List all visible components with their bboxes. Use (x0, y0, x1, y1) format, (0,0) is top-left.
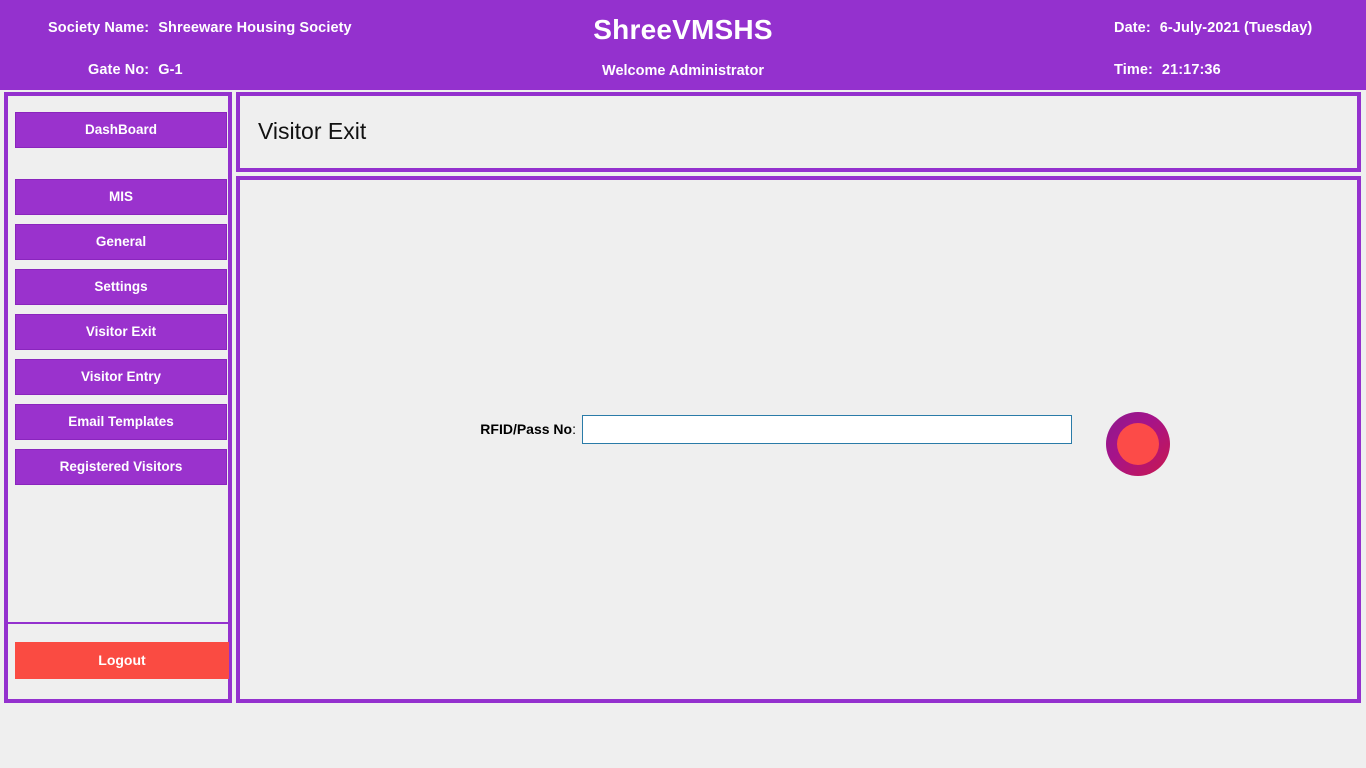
date-label: Date: (1114, 20, 1151, 36)
sidebar-item-mis[interactable]: MIS (15, 179, 227, 215)
page-title: Visitor Exit (258, 118, 367, 144)
time-row: Time: 21:17:36 (1114, 62, 1221, 78)
society-name-value: Shreeware Housing Society (158, 20, 352, 36)
welcome-message: Welcome Administrator (602, 63, 764, 79)
page-footer (0, 708, 1366, 768)
sidebar-divider (8, 622, 228, 624)
sidebar-item-registered-visitors[interactable]: Registered Visitors (15, 449, 227, 485)
society-name-row: Society Name: Shreeware Housing Society (48, 20, 352, 36)
app-header: Society Name: Shreeware Housing Society G… (0, 0, 1366, 90)
sidebar-item-dashboard[interactable]: DashBoard (15, 112, 227, 148)
visitor-exit-form: RFID/Pass No: (240, 407, 1357, 476)
sidebar-item-visitor-entry[interactable]: Visitor Entry (15, 359, 227, 395)
sidebar-menu: DashBoard MIS General Settings Visitor E… (8, 96, 228, 620)
society-name-label: Society Name: (48, 20, 150, 36)
sidebar-item-visitor-exit[interactable]: Visitor Exit (15, 314, 227, 350)
gate-no-label: Gate No: (88, 62, 150, 78)
time-value: 21:17:36 (1161, 62, 1221, 78)
gate-no-row: Gate No: G-1 (88, 62, 183, 78)
header-center-group: ShreeVMSHS Welcome Administrator (470, 0, 896, 90)
sidebar: DashBoard MIS General Settings Visitor E… (4, 92, 232, 703)
status-circle-inner-icon (1117, 423, 1159, 465)
sidebar-item-general[interactable]: General (15, 224, 227, 260)
header-right-group: Date: 6-July-2021 (Tuesday) Time: 21:17:36 (1060, 0, 1366, 90)
app-brand-title: ShreeVMSHS (593, 14, 773, 45)
header-left-group: Society Name: Shreeware Housing Society G… (0, 0, 470, 90)
sidebar-item-email-templates[interactable]: Email Templates (15, 404, 227, 440)
rfid-pass-no-label: RFID/Pass No: (466, 421, 576, 437)
content-panel: RFID/Pass No: (236, 176, 1361, 703)
time-label: Time: (1114, 62, 1153, 78)
rfid-pass-no-label-colon: : (572, 421, 576, 437)
date-row: Date: 6-July-2021 (Tuesday) (1114, 20, 1312, 36)
status-circle-icon (1106, 412, 1170, 476)
rfid-pass-no-input[interactable] (582, 415, 1072, 444)
gate-no-value: G-1 (158, 62, 183, 78)
sidebar-item-settings[interactable]: Settings (15, 269, 227, 305)
date-value: 6-July-2021 (Tuesday) (1159, 20, 1313, 36)
page-title-bar: Visitor Exit (236, 92, 1361, 172)
rfid-pass-no-label-text: RFID/Pass No (480, 421, 573, 437)
logout-button[interactable]: Logout (15, 642, 229, 679)
